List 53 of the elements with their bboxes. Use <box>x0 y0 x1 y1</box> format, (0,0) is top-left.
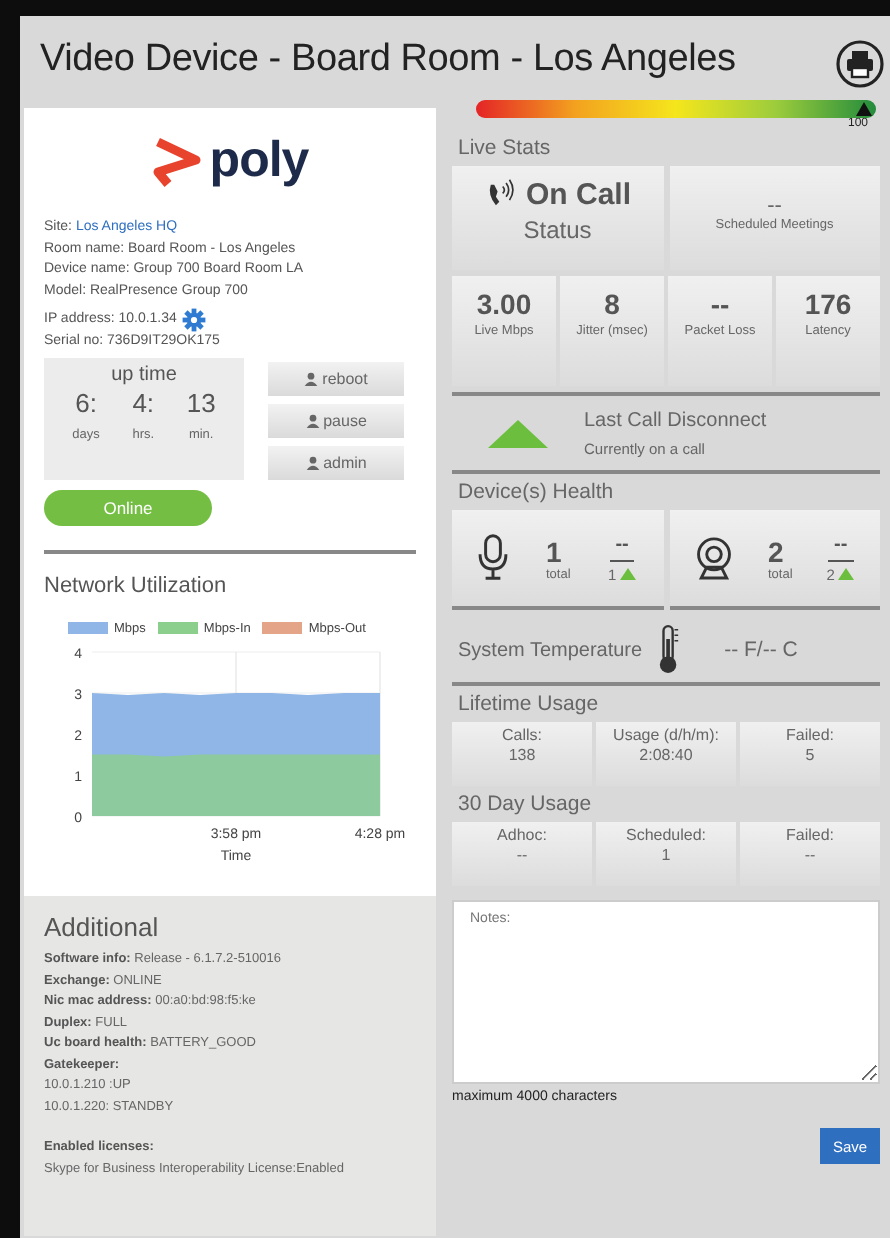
webcam-icon <box>694 536 734 580</box>
action-button[interactable]: pause <box>268 403 404 437</box>
usage-label: Calls: <box>499 726 544 746</box>
thermometer-icon <box>658 624 681 676</box>
temperature-label: System Temperature <box>458 639 643 661</box>
action-button[interactable]: admin <box>268 445 404 479</box>
section-title: Device(s) Health <box>458 480 616 504</box>
device-offline-count: -- <box>609 533 635 561</box>
up-triangle-icon <box>838 568 855 580</box>
usage-value: -- <box>802 846 818 866</box>
section-title: Additional <box>44 912 161 942</box>
metric-value: 3.00 <box>474 288 534 320</box>
usage-value: 138 <box>506 746 538 766</box>
section-title: Live Stats <box>458 136 553 160</box>
microphone-icon <box>478 534 509 582</box>
uptime-value: 13 <box>186 385 216 421</box>
section-title: Network Utilization <box>44 573 229 597</box>
device-count: 2 <box>768 535 784 567</box>
metric-value: -- <box>708 288 732 320</box>
person-icon <box>305 413 320 427</box>
usage-value: 2:08:40 <box>637 746 695 766</box>
last-call-title: Last Call Disconnect <box>584 410 767 432</box>
status-value: On Call <box>525 178 631 212</box>
uptime-value: 6: <box>75 385 97 421</box>
person-icon <box>305 455 320 469</box>
person-icon <box>304 371 319 385</box>
section-title: 30 Day Usage <box>458 792 594 816</box>
usage-label: Failed: <box>783 826 836 846</box>
usage-label: Failed: <box>783 726 836 746</box>
status-label: Status <box>521 216 594 244</box>
status-badge: Online <box>44 489 212 525</box>
usage-value: 1 <box>659 846 673 866</box>
usage-value: -- <box>514 846 530 866</box>
device-offline-count: -- <box>828 533 854 561</box>
usage-label: Scheduled: <box>623 826 709 846</box>
page-title: Video Device - Board Room - Los Angeles <box>40 38 736 82</box>
action-button[interactable]: reboot <box>268 361 404 395</box>
usage-label: Adhoc: <box>495 826 549 846</box>
metric-value: 8 <box>602 288 622 320</box>
temperature-reading: -- F/-- C <box>724 638 798 662</box>
usage-label: Usage (d/h/m): <box>611 726 721 746</box>
uptime-value: 4: <box>132 385 155 421</box>
printer-icon[interactable] <box>836 40 884 88</box>
scheduled-value: -- <box>765 194 784 218</box>
up-triangle-icon <box>488 420 548 448</box>
poly-logo: poly <box>44 132 416 190</box>
device-count: 1 <box>546 535 562 567</box>
metric-value: 176 <box>802 288 854 320</box>
up-triangle-icon <box>620 568 637 580</box>
settings-icon[interactable] <box>182 308 207 332</box>
uptime-title: up time <box>109 363 179 385</box>
usage-value: 5 <box>803 746 817 766</box>
section-title: Lifetime Usage <box>458 692 601 716</box>
